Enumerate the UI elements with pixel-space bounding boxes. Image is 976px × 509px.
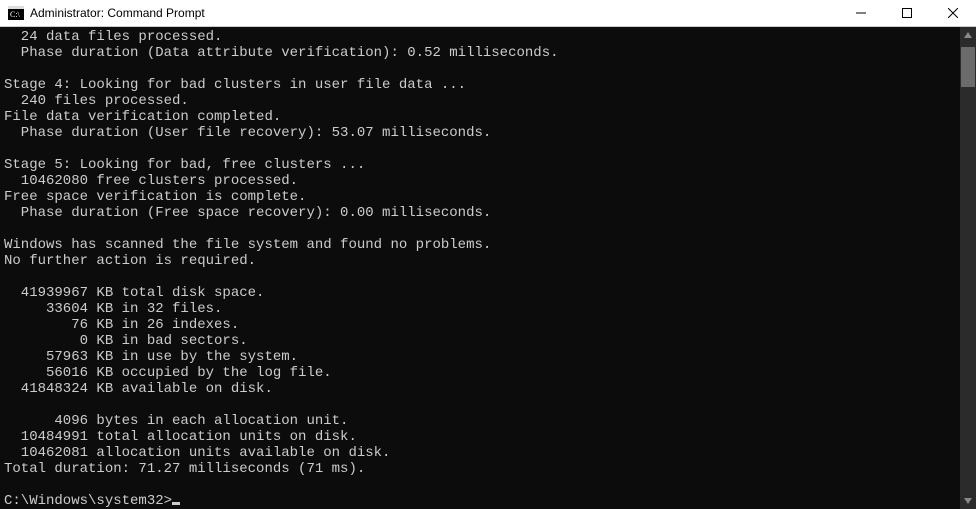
output-line: 10462081 allocation units available on d… [4, 445, 390, 461]
terminal-output[interactable]: 24 data files processed. Phase duration … [0, 27, 960, 509]
output-line: 0 KB in bad sectors. [4, 333, 248, 349]
output-line: 57963 KB in use by the system. [4, 349, 298, 365]
window-titlebar: C:\ Administrator: Command Prompt [0, 0, 976, 27]
output-line: Total duration: 71.27 milliseconds (71 m… [4, 461, 365, 477]
window-controls [838, 0, 976, 26]
command-prompt: C:\Windows\system32> [4, 493, 172, 509]
vertical-scrollbar[interactable] [960, 27, 976, 509]
output-line: 10484991 total allocation units on disk. [4, 429, 357, 445]
output-line: 4096 bytes in each allocation unit. [4, 413, 348, 429]
output-line: Windows has scanned the file system and … [4, 237, 491, 253]
output-line: Free space verification is complete. [4, 189, 306, 205]
output-line: Stage 4: Looking for bad clusters in use… [4, 77, 466, 93]
cmd-icon: C:\ [8, 5, 24, 21]
minimize-button[interactable] [838, 0, 884, 26]
output-line: No further action is required. [4, 253, 256, 269]
output-line: Stage 5: Looking for bad, free clusters … [4, 157, 365, 173]
close-button[interactable] [930, 0, 976, 26]
text-cursor [172, 502, 180, 505]
scroll-thumb[interactable] [961, 47, 975, 87]
output-line: 10462080 free clusters processed. [4, 173, 298, 189]
output-line: File data verification completed. [4, 109, 281, 125]
output-line: 41939967 KB total disk space. [4, 285, 264, 301]
output-line: Phase duration (Free space recovery): 0.… [4, 205, 491, 221]
scroll-down-arrow[interactable] [960, 493, 976, 509]
output-line: Phase duration (Data attribute verificat… [4, 45, 559, 61]
output-line: 24 data files processed. [4, 29, 222, 45]
window-title: Administrator: Command Prompt [30, 6, 838, 20]
output-line: 76 KB in 26 indexes. [4, 317, 239, 333]
output-line: 33604 KB in 32 files. [4, 301, 222, 317]
terminal-area: 24 data files processed. Phase duration … [0, 27, 976, 509]
maximize-button[interactable] [884, 0, 930, 26]
output-line: 41848324 KB available on disk. [4, 381, 273, 397]
output-line: Phase duration (User file recovery): 53.… [4, 125, 491, 141]
svg-text:C:\: C:\ [10, 10, 21, 19]
output-line: 56016 KB occupied by the log file. [4, 365, 332, 381]
scroll-up-arrow[interactable] [960, 27, 976, 43]
output-line: 240 files processed. [4, 93, 189, 109]
